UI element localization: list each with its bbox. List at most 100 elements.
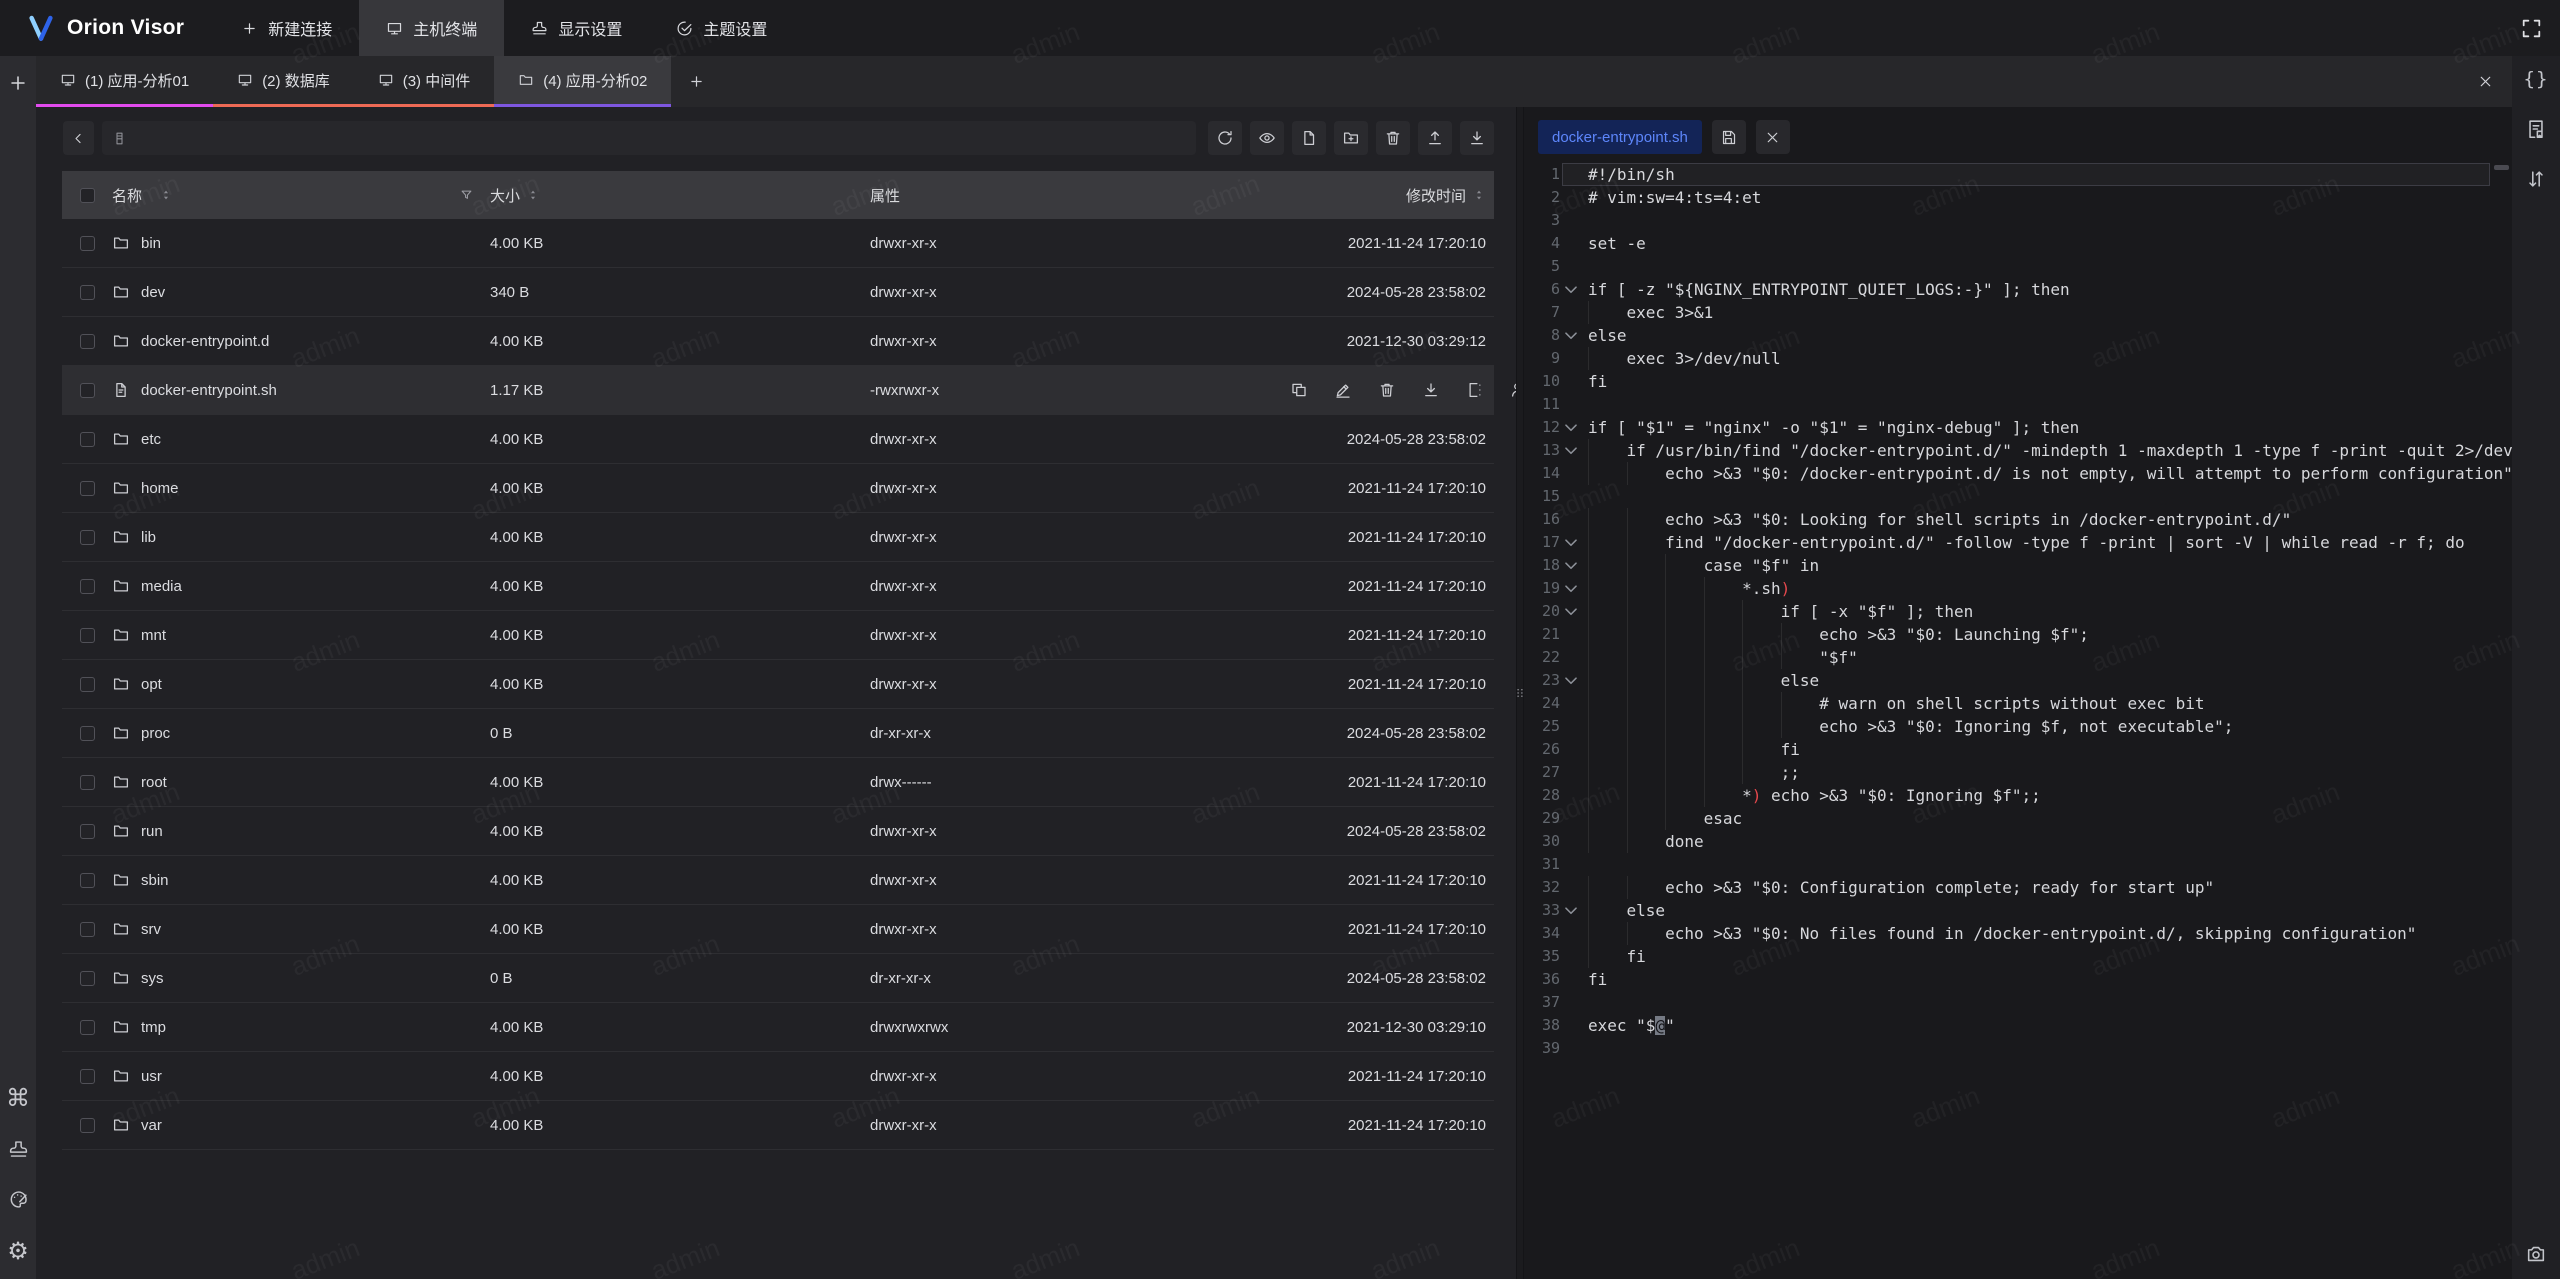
code-line[interactable]: 18case "$f" in (1524, 554, 2512, 577)
column-header-size[interactable]: 大小 (490, 185, 520, 206)
move-icon[interactable] (1466, 381, 1484, 399)
add-tab-icon[interactable] (7, 72, 29, 94)
fold-arrow[interactable] (1560, 899, 1582, 922)
table-row[interactable]: srv4.00 KBdrwxr-xr-x2021-11-24 17:20:10 (62, 905, 1494, 954)
download-icon[interactable] (1422, 381, 1440, 399)
code-line[interactable]: 16echo >&3 "$0: Looking for shell script… (1524, 508, 2512, 531)
tab-app-analysis-02[interactable]: (4) 应用-分析02 (494, 56, 671, 107)
file-name[interactable]: docker-entrypoint.d (141, 333, 269, 350)
row-checkbox[interactable] (80, 726, 95, 741)
new-tab-button[interactable] (671, 56, 721, 107)
code-line[interactable]: 12if [ "$1" = "nginx" -o "$1" = "nginx-d… (1524, 416, 2512, 439)
filter-funnel-icon[interactable] (459, 188, 474, 203)
table-row[interactable]: opt4.00 KBdrwxr-xr-x2021-11-24 17:20:10 (62, 660, 1494, 709)
row-checkbox[interactable] (80, 677, 95, 692)
screenshot-camera-icon[interactable] (2525, 1243, 2547, 1265)
code-line[interactable]: 31 (1524, 853, 2512, 876)
panel-resize-divider[interactable] (1516, 107, 1524, 1279)
code-line[interactable]: 22"$f" (1524, 646, 2512, 669)
fold-arrow[interactable] (1560, 416, 1582, 439)
code-line[interactable]: 21echo >&3 "$0: Launching $f"; (1524, 623, 2512, 646)
file-name[interactable]: home (141, 480, 179, 497)
table-row[interactable]: run4.00 KBdrwxr-xr-x2024-05-28 23:58:02 (62, 807, 1494, 856)
code-line[interactable]: 26fi (1524, 738, 2512, 761)
fold-arrow[interactable] (1560, 439, 1582, 462)
code-line[interactable]: 25echo >&3 "$0: Ignoring $f, not executa… (1524, 715, 2512, 738)
doc-bookmark-icon[interactable] (2525, 118, 2547, 140)
edit-icon[interactable] (1334, 381, 1352, 399)
menu-item-theme-settings[interactable]: 主题设置 (649, 0, 794, 56)
sort-carets-icon[interactable] (159, 188, 173, 202)
code-line[interactable]: 14echo >&3 "$0: /docker-entrypoint.d/ is… (1524, 462, 2512, 485)
code-line[interactable]: 28*) echo >&3 "$0: Ignoring $f";; (1524, 784, 2512, 807)
file-name[interactable]: root (141, 774, 167, 791)
fold-arrow[interactable] (1560, 531, 1582, 554)
delete-button[interactable] (1376, 121, 1410, 155)
code-line[interactable]: 6if [ -z "${NGINX_ENTRYPOINT_QUIET_LOGS:… (1524, 278, 2512, 301)
fold-arrow[interactable] (1560, 554, 1582, 577)
row-checkbox[interactable] (80, 922, 95, 937)
sort-carets-icon[interactable] (526, 188, 540, 202)
row-checkbox[interactable] (80, 775, 95, 790)
command-shortcuts-icon[interactable]: ⌘ (6, 1086, 30, 1110)
file-name[interactable]: bin (141, 235, 161, 252)
fold-arrow[interactable] (1560, 278, 1582, 301)
copy-icon[interactable] (1290, 381, 1308, 399)
sort-carets-icon[interactable] (1472, 188, 1486, 202)
menu-item-new-connection[interactable]: 新建连接 (214, 0, 359, 56)
code-line[interactable]: 37 (1524, 991, 2512, 1014)
fullscreen-icon[interactable] (2519, 16, 2544, 41)
code-line[interactable]: 34echo >&3 "$0: No files found in /docke… (1524, 922, 2512, 945)
row-checkbox[interactable] (80, 873, 95, 888)
path-input[interactable] (135, 129, 1186, 147)
code-line[interactable]: 11 (1524, 393, 2512, 416)
file-name[interactable]: usr (141, 1068, 162, 1085)
code-line[interactable]: 33else (1524, 899, 2512, 922)
table-row[interactable]: sys0 Bdr-xr-xr-x2024-05-28 23:58:02 (62, 954, 1494, 1003)
code-line[interactable]: 2# vim:sw=4:ts=4:et (1524, 186, 2512, 209)
file-name[interactable]: media (141, 578, 182, 595)
table-row[interactable]: usr4.00 KBdrwxr-xr-x2021-11-24 17:20:10 (62, 1052, 1494, 1101)
column-header-mtime[interactable]: 修改时间 (1406, 185, 1466, 206)
fold-arrow[interactable] (1560, 577, 1582, 600)
table-row[interactable]: docker-entrypoint.d4.00 KBdrwxr-xr-x2021… (62, 317, 1494, 366)
code-line[interactable]: 17find "/docker-entrypoint.d/" -follow -… (1524, 531, 2512, 554)
tab-database[interactable]: (2) 数据库 (213, 56, 354, 107)
code-line[interactable]: 13if /usr/bin/find "/docker-entrypoint.d… (1524, 439, 2512, 462)
table-row[interactable]: mnt4.00 KBdrwxr-xr-x2021-11-24 17:20:10 (62, 611, 1494, 660)
new-file-button[interactable] (1292, 121, 1326, 155)
row-checkbox[interactable] (80, 579, 95, 594)
row-checkbox[interactable] (80, 824, 95, 839)
table-row[interactable]: dev340 Bdrwxr-xr-x2024-05-28 23:58:02 (62, 268, 1494, 317)
code-line[interactable]: 36fi (1524, 968, 2512, 991)
table-row[interactable]: docker-entrypoint.sh1.17 KB-rwxrwxr-x (62, 366, 1494, 415)
code-line[interactable]: 35fi (1524, 945, 2512, 968)
code-line[interactable]: 32echo >&3 "$0: Configuration complete; … (1524, 876, 2512, 899)
code-line[interactable]: 24# warn on shell scripts without exec b… (1524, 692, 2512, 715)
table-row[interactable]: var4.00 KBdrwxr-xr-x2021-11-24 17:20:10 (62, 1101, 1494, 1150)
editor-code[interactable]: 1#!/bin/sh2# vim:sw=4:ts=4:et34set -e56i… (1524, 163, 2512, 1060)
code-line[interactable]: 15 (1524, 485, 2512, 508)
row-checkbox[interactable] (80, 628, 95, 643)
open-file-tab[interactable]: docker-entrypoint.sh (1538, 120, 1702, 154)
preview-button[interactable] (1250, 121, 1284, 155)
drag-grip-icon[interactable] (1514, 683, 1527, 704)
row-checkbox[interactable] (80, 1069, 95, 1084)
refresh-button[interactable] (1208, 121, 1242, 155)
file-name[interactable]: mnt (141, 627, 166, 644)
back-button[interactable] (63, 121, 94, 155)
code-line[interactable]: 4set -e (1524, 232, 2512, 255)
menu-item-display-settings[interactable]: 显示设置 (504, 0, 649, 56)
fold-arrow[interactable] (1560, 669, 1582, 692)
tab-app-analysis-01[interactable]: (1) 应用-分析01 (36, 56, 213, 107)
code-line[interactable]: 9exec 3>/dev/null (1524, 347, 2512, 370)
row-checkbox[interactable] (80, 481, 95, 496)
download-button[interactable] (1460, 121, 1494, 155)
column-header-name[interactable]: 名称 (112, 185, 142, 206)
save-button[interactable] (1712, 120, 1746, 154)
code-line[interactable]: 27;; (1524, 761, 2512, 784)
select-all-checkbox[interactable] (80, 188, 95, 203)
code-line[interactable]: 29esac (1524, 807, 2512, 830)
table-row[interactable]: root4.00 KBdrwx------2021-11-24 17:20:10 (62, 758, 1494, 807)
swap-vertical-icon[interactable] (2525, 168, 2547, 190)
